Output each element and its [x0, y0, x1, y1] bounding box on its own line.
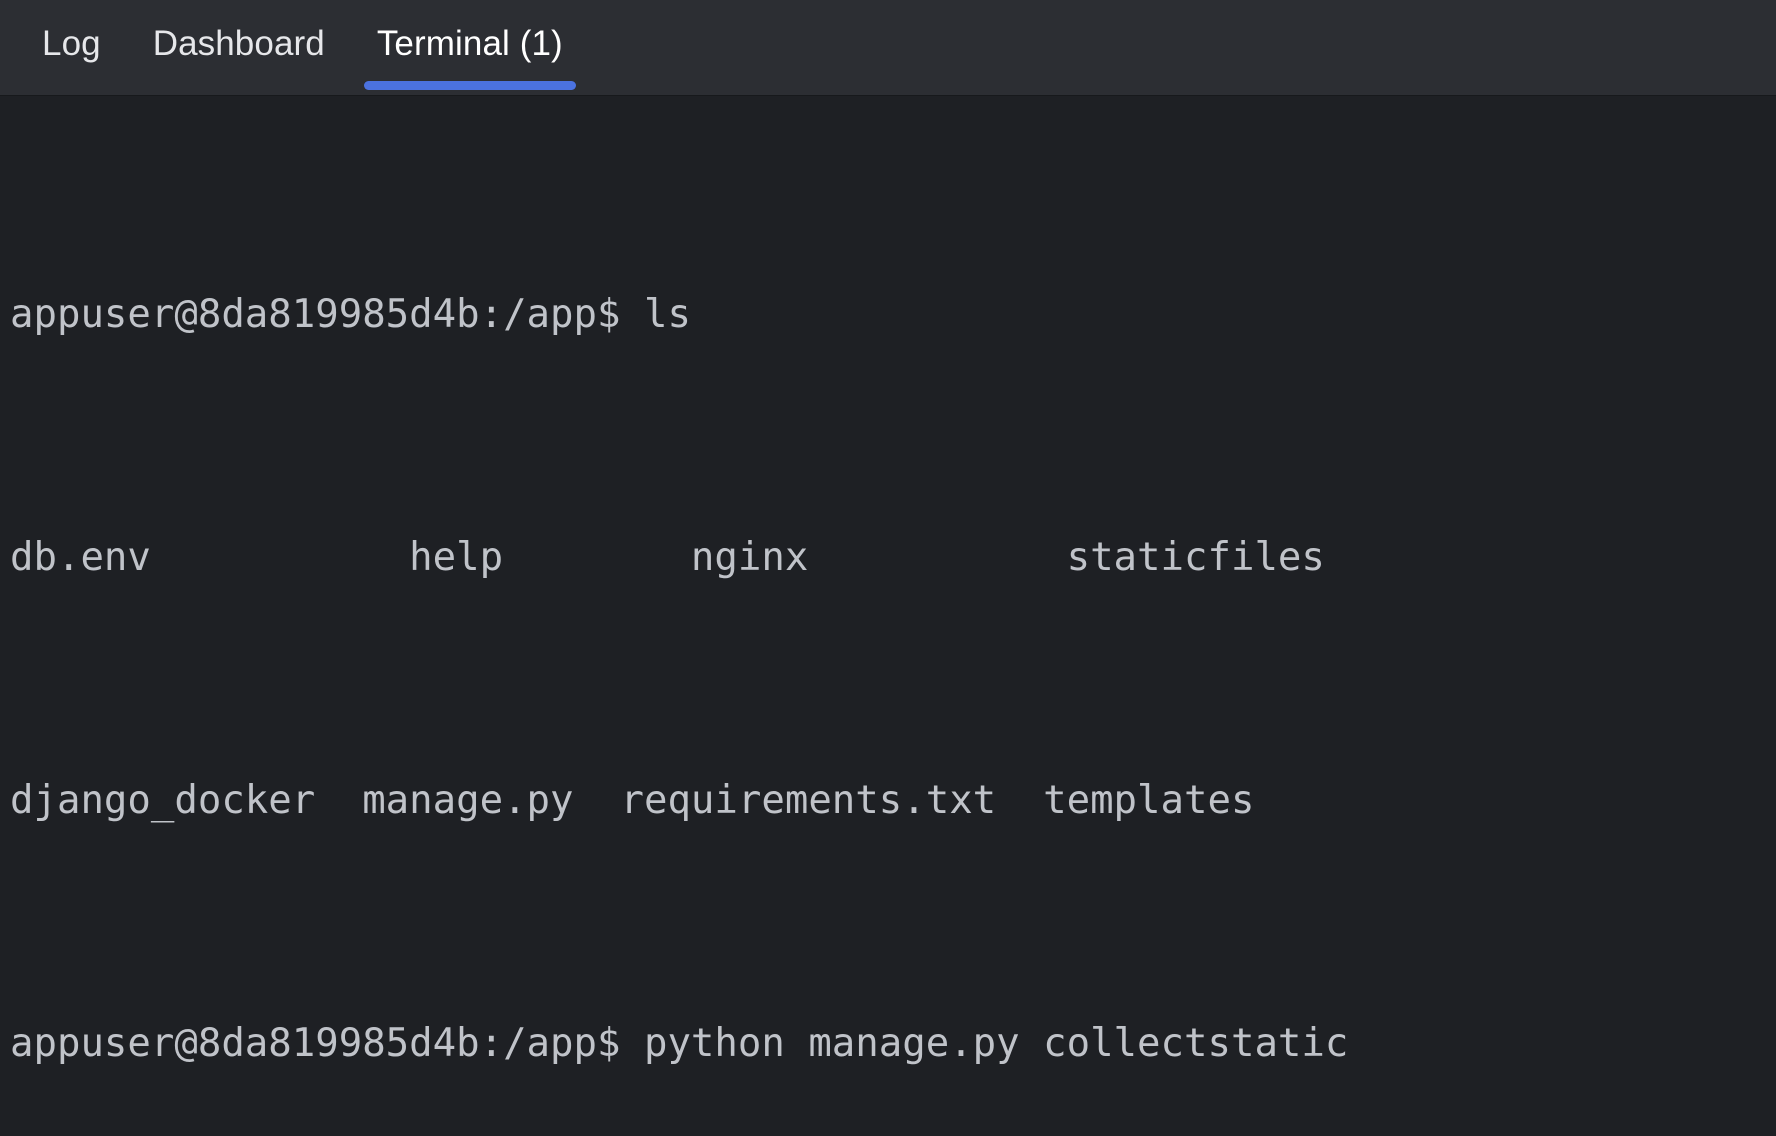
tab-bar: Log Dashboard Terminal (1): [0, 0, 1776, 96]
tab-active-indicator-terminal: [364, 81, 576, 90]
tab-log-label: Log: [42, 26, 101, 71]
tab-terminal-label: Terminal (1): [377, 26, 563, 71]
terminal-window: Log Dashboard Terminal (1) appuser@8da81…: [0, 0, 1776, 1136]
tab-dashboard[interactable]: Dashboard: [127, 0, 351, 96]
terminal-lines: appuser@8da819985d4b:/app$ ls db.env hel…: [10, 112, 1776, 1136]
tab-dashboard-label: Dashboard: [153, 26, 325, 71]
terminal-line-prompt-ls: appuser@8da819985d4b:/app$ ls: [10, 274, 1776, 355]
terminal-line-ls-row2: django_docker manage.py requirements.txt…: [10, 760, 1776, 841]
terminal-line-ls-row1: db.env help nginx staticfiles: [10, 517, 1776, 598]
terminal-line-prompt-collectstatic: appuser@8da819985d4b:/app$ python manage…: [10, 1003, 1776, 1084]
tab-terminal[interactable]: Terminal (1): [351, 0, 589, 96]
terminal-output-pane[interactable]: appuser@8da819985d4b:/app$ ls db.env hel…: [0, 96, 1776, 1136]
tab-log[interactable]: Log: [16, 0, 127, 96]
